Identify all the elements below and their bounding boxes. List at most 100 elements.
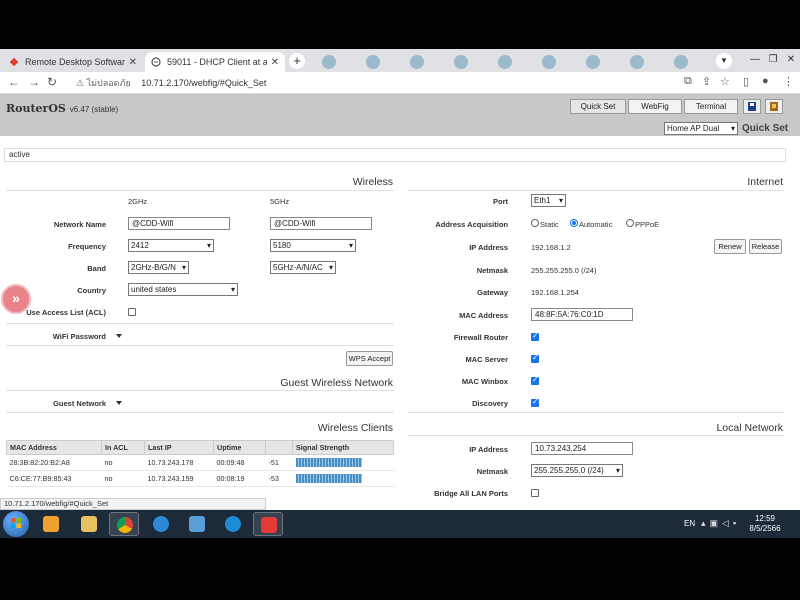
action-center-icon[interactable]: ▪ [733,518,740,528]
wps-accept-button[interactable]: WPS Accept [346,351,393,366]
close-window-icon[interactable]: ✕ [782,54,800,65]
internet-explorer-app[interactable] [146,512,176,536]
network-name-label: Network Name [53,220,106,229]
guest-section-title: Guest Wireless Network [280,377,393,389]
mode-select[interactable]: Home AP Dual [664,122,738,135]
column-header[interactable]: Uptime [213,440,266,455]
local-ip-address-input[interactable]: 10.73.243.254 [531,442,633,455]
taskbar-clock[interactable]: 12:59 8/5/2566 [745,514,785,534]
back-arrow-icon[interactable]: ← [8,75,20,89]
divider [6,190,394,191]
frequency-5ghz-select[interactable]: 5180 [270,239,356,252]
mac-winbox-checkbox[interactable] [531,375,539,385]
webfig-page: RouterOS v6.47 (stable) Quick Set WebFig… [0,94,800,510]
column-header[interactable] [265,440,293,455]
quick-set-heading: Quick Set [742,123,789,134]
column-header[interactable]: MAC Address [6,440,102,455]
forward-arrow-icon[interactable]: → [28,75,40,89]
blurred-tab-icon [542,55,556,69]
bridge-lan-checkbox[interactable] [531,489,539,497]
show-hidden-icon[interactable]: ▴ [701,518,710,528]
network-icon[interactable]: ▣ [710,518,723,528]
webfig-button[interactable]: WebFig [628,99,682,114]
ie-icon [153,516,169,532]
anydesk-floating-icon[interactable]: » [1,284,31,314]
tab-remote-desktop[interactable]: Remote Desktop Software for Wi ✕ [3,52,143,72]
tab-dhcp-client[interactable]: 59011 - DHCP Client at admin@ ✕ [145,52,285,72]
anydesk-app[interactable] [253,512,283,536]
column-header[interactable]: Last IP [144,440,214,455]
static-radio-label[interactable]: Static [540,220,559,229]
mac-cell: 28:3B:82:20:B2:A8 [6,454,102,471]
band-label: Band [87,264,106,273]
minimize-icon[interactable]: — [746,54,764,65]
local-netmask-label: Netmask [476,467,508,476]
new-tab-button[interactable]: + [289,53,305,69]
band-2ghz-select[interactable]: 2GHz-B/G/N [128,261,189,274]
quick-set-button[interactable]: Quick Set [570,99,626,114]
edge-app[interactable] [218,512,248,536]
column-header[interactable]: Signal Strength [292,440,394,455]
release-button[interactable]: Release [749,239,782,254]
table-row[interactable]: C6:CE:77:B9:85:43 no 10.73.243.159 00:08… [6,470,394,487]
automatic-radio[interactable] [570,219,578,227]
tab-search-chevron-icon[interactable]: ▼ [716,53,732,69]
automatic-radio-label[interactable]: Automatic [579,220,612,229]
url-text: 10.71.2.170/webfig/#Quick_Set [141,78,267,88]
share-icon[interactable]: ⇪ [702,75,711,88]
clock-time: 12:59 [754,514,776,523]
port-label: Port [493,197,508,206]
close-tab-icon[interactable]: ✕ [129,57,137,68]
expand-triangle-icon[interactable] [116,401,122,405]
ip-address-value: 192.168.1.2 [531,243,571,252]
start-button[interactable] [3,511,29,537]
wireless-section-title: Wireless [352,176,393,188]
frequency-2ghz-select[interactable]: 2412 [128,239,214,252]
column-header[interactable]: In ACL [101,440,145,455]
country-select[interactable]: united states [128,283,238,296]
port-select[interactable]: Eth1 [531,194,566,207]
translate-icon[interactable]: ⧉ [684,75,692,88]
language-indicator[interactable]: EN [684,519,695,528]
chrome-app[interactable] [109,512,139,536]
divider [408,412,784,413]
expand-triangle-icon[interactable] [116,334,122,338]
discovery-checkbox[interactable] [531,397,539,407]
routeros-header: RouterOS v6.47 (stable) Quick Set WebFig… [0,94,800,136]
not-secure-label[interactable]: ⚠ ไม่ปลอดภัย [76,78,131,88]
terminal-button[interactable]: Terminal [684,99,738,114]
pppoe-radio[interactable] [626,219,634,227]
column-2ghz: 2GHz [128,197,148,206]
renew-button[interactable]: Renew [714,239,746,254]
sidebar-icon[interactable]: ▯ [743,75,749,88]
clients-section-title: Wireless Clients [317,422,393,434]
gateway-label: Gateway [477,288,508,297]
save-icon[interactable] [743,99,761,114]
design-icon[interactable] [765,99,783,114]
clock-date: 8/5/2566 [749,524,781,533]
network-name-5ghz-input[interactable]: @CDD-Wifi [270,217,372,230]
static-radio[interactable] [531,219,539,227]
address-bar[interactable]: ⚠ ไม่ปลอดภัย 10.71.2.170/webfig/#Quick_S… [76,74,676,92]
remote-desktop-app[interactable] [182,512,212,536]
mac-address-input[interactable]: 48:8F:5A:76:C0:1D [531,308,633,321]
window-controls: — ❐ ✕ [746,49,800,69]
acl-checkbox[interactable] [128,308,136,316]
edge-icon [225,516,241,532]
reload-icon[interactable]: ↻ [47,75,57,89]
table-row[interactable]: 28:3B:82:20:B2:A8 no 10.73.243.178 00:09… [6,454,394,471]
bookmark-star-icon[interactable]: ☆ [720,75,730,88]
pppoe-radio-label[interactable]: PPPoE [635,220,659,229]
firewall-router-checkbox[interactable] [531,331,539,341]
media-player-app[interactable] [36,512,66,536]
band-5ghz-select[interactable]: 5GHz-A/N/AC [270,261,336,274]
network-name-2ghz-input[interactable]: @CDD-Wifi [128,217,230,230]
kebab-menu-icon[interactable]: ⋮ [783,75,794,88]
file-explorer-app[interactable] [74,512,104,536]
close-tab-icon[interactable]: ✕ [271,57,279,68]
profile-avatar-icon[interactable]: ● [762,75,769,87]
maximize-icon[interactable]: ❐ [764,54,782,65]
volume-icon[interactable]: ◁ [722,518,733,528]
local-netmask-select[interactable]: 255.255.255.0 (/24) [531,464,623,477]
mac-server-checkbox[interactable] [531,353,539,363]
